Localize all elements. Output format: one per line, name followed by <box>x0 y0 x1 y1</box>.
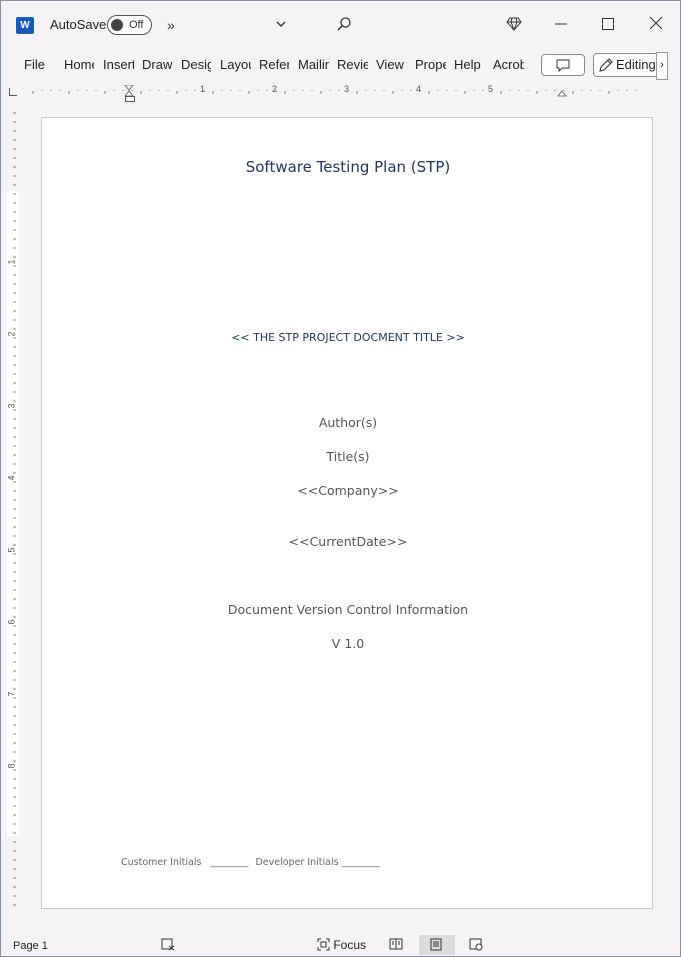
editing-mode-button[interactable]: Editing <box>593 53 659 77</box>
vertical-ruler-ticks <box>13 112 16 906</box>
customize-dropdown-icon[interactable] <box>275 17 287 33</box>
tab-home[interactable]: Home <box>64 57 94 75</box>
print-layout-icon[interactable] <box>430 938 442 954</box>
ruler-number: 7 <box>6 691 17 697</box>
ruler-number: 3 <box>6 403 17 409</box>
web-layout-icon[interactable] <box>469 938 483 954</box>
focus-mode-button[interactable]: Focus <box>317 938 366 952</box>
chevron-right-icon[interactable]: › <box>656 52 668 80</box>
horizontal-ruler[interactable]: 1 2 3 4 5 <box>25 84 645 97</box>
ruler-ticks <box>32 85 637 97</box>
ruler-number: 1 <box>6 259 17 265</box>
company-line: <<Company>> <box>297 483 399 498</box>
tab-properties[interactable]: Properties <box>415 57 446 75</box>
document-title: Software Testing Plan (STP) <box>245 158 451 176</box>
ruler-number: 3 <box>344 84 350 94</box>
version-control-heading: Document Version Control Information <box>227 602 469 617</box>
status-bar: Page 1 Focus <box>1 934 680 956</box>
title-bar: W AutoSave Off » <box>1 1 680 49</box>
titles-line: Title(s) <box>326 449 370 464</box>
tab-draw[interactable]: Draw <box>142 57 174 75</box>
tab-design[interactable]: Design <box>181 57 211 75</box>
autosave-label: AutoSave <box>50 17 107 32</box>
ruler-number: 6 <box>6 619 17 625</box>
version-number: V 1.0 <box>331 636 365 651</box>
document-page[interactable]: Software Testing Plan (STP) << THE STP P… <box>41 117 653 909</box>
tab-acrobat[interactable]: Acrobat <box>493 57 524 75</box>
document-subtitle: << THE STP PROJECT DOCMENT TITLE >> <box>231 331 465 344</box>
customer-initials-label: Customer Initials <box>121 857 202 868</box>
left-indent-marker[interactable] <box>125 96 135 102</box>
ruler-number: 5 <box>6 547 17 553</box>
tab-review[interactable]: Review <box>337 57 368 75</box>
page-indicator[interactable]: Page 1 <box>13 940 48 952</box>
ruler-number: 2 <box>272 84 278 94</box>
authors-line: Author(s) <box>318 415 378 430</box>
tab-layout[interactable]: Layout <box>220 57 251 75</box>
developer-initials-label: Developer Initials <box>255 857 339 868</box>
maximize-icon[interactable] <box>601 17 615 34</box>
ruler-number: 4 <box>6 475 17 481</box>
close-icon[interactable] <box>649 16 663 33</box>
search-icon[interactable] <box>336 16 352 35</box>
tab-view[interactable]: View <box>376 57 406 75</box>
comments-button[interactable] <box>541 54 585 76</box>
ruler-number: 2 <box>6 331 17 337</box>
developer-initials-blank: ________ <box>341 857 380 868</box>
tab-mailings[interactable]: Mailings <box>298 57 329 75</box>
accessibility-check-icon[interactable] <box>161 938 175 954</box>
premium-diamond-icon[interactable] <box>506 16 522 35</box>
focus-icon <box>317 938 330 951</box>
editing-label: Editing <box>616 57 656 72</box>
word-window: W AutoSave Off » File Home Insert Draw <box>0 0 681 957</box>
focus-label: Focus <box>333 938 367 952</box>
tab-references[interactable]: References <box>259 57 289 75</box>
ruler-number: 5 <box>488 84 494 94</box>
ruler-number: 8 <box>6 763 17 769</box>
minimize-icon[interactable] <box>554 17 568 34</box>
tab-insert[interactable]: Insert <box>103 57 134 75</box>
current-date-line: <<CurrentDate>> <box>288 534 408 549</box>
more-commands-icon[interactable]: » <box>167 17 175 33</box>
ruler-number: 4 <box>416 84 422 94</box>
autosave-state: Off <box>129 19 144 31</box>
tab-file[interactable]: File <box>24 57 48 75</box>
customer-initials-blank: ________ <box>210 857 249 868</box>
autosave-toggle[interactable]: Off <box>107 15 152 35</box>
initials-footer: Customer Initials ________ Developer Ini… <box>121 857 380 868</box>
ruler-number: 1 <box>200 84 206 94</box>
word-app-icon: W <box>16 17 34 34</box>
pencil-icon <box>599 58 613 72</box>
read-mode-icon[interactable] <box>389 938 403 953</box>
tab-stop-selector[interactable] <box>9 88 17 96</box>
toggle-knob <box>111 19 123 31</box>
tab-help[interactable]: Help <box>454 57 484 75</box>
